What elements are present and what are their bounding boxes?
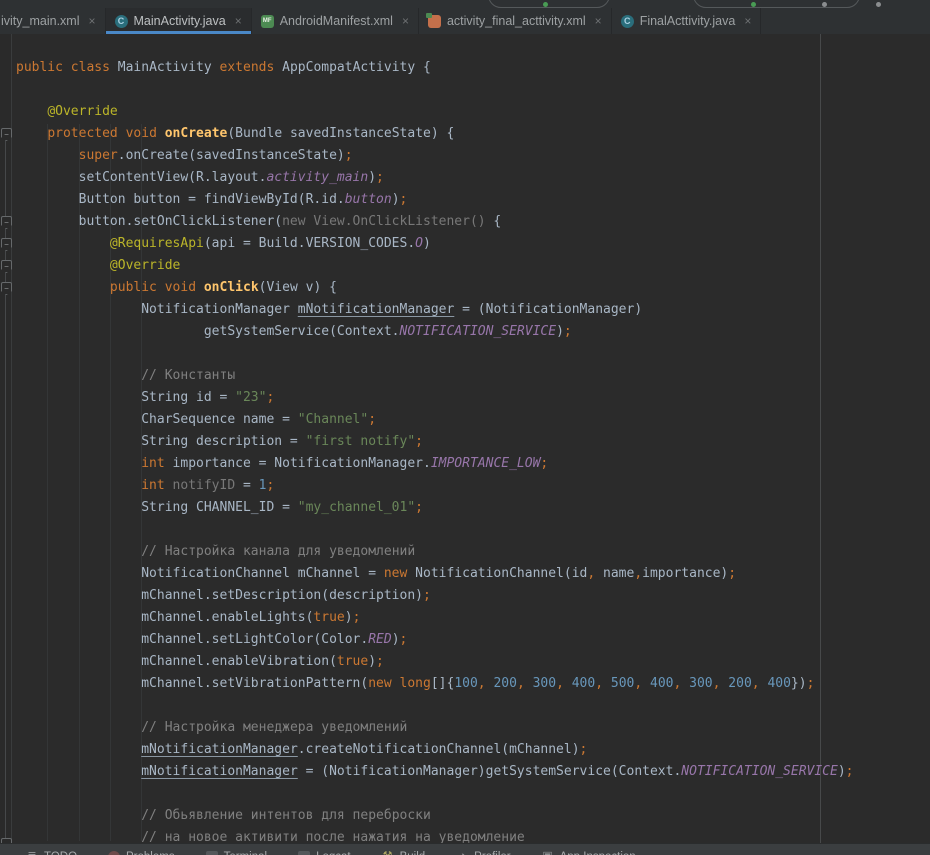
tab-activity_final_acttivity.xml[interactable]: activity_final_acttivity.xml × (419, 8, 612, 34)
toolwindow-button-app-inspection[interactable]: ▣ App Inspection (542, 851, 636, 855)
code-line (16, 695, 930, 717)
code-line: setContentView(R.layout.activity_main); (16, 167, 930, 189)
code-line: NotificationManager mNotificationManager… (16, 299, 930, 321)
app-inspection-icon: ▣ (542, 851, 554, 855)
toolwindow-button-terminal[interactable]: Terminal (206, 851, 267, 855)
tab-bar: ivity_main.xml × C MainActivity.java × MF Andr… (0, 8, 930, 34)
toolwindow-button-label: Problems (126, 851, 175, 855)
code-line: super.onCreate(savedInstanceState); (16, 145, 930, 167)
code-line: public void onClick(View v) { (16, 277, 930, 299)
tab-close-icon[interactable]: × (402, 14, 409, 28)
logcat-icon (298, 851, 310, 855)
code-line: @Override (16, 101, 930, 123)
tab-FinalActtivity.java[interactable]: C FinalActtivity.java × (612, 8, 762, 34)
tab-close-icon[interactable]: × (89, 14, 96, 28)
tab-close-icon[interactable]: × (744, 14, 751, 28)
code-line: CharSequence name = "Channel"; (16, 409, 930, 431)
code-line: getSystemService(Context.NOTIFICATION_SE… (16, 321, 930, 343)
fold-marker-icon[interactable]: − (1, 128, 12, 141)
ide-window: ivity_main.xml × C MainActivity.java × MF Andr… (0, 0, 930, 855)
code-line: @Override (16, 255, 930, 277)
class-file-icon: C (621, 15, 634, 28)
toolwindow-button-problems[interactable]: Problems (108, 851, 175, 855)
toolwindow-button-label: Logcat (316, 851, 351, 855)
code-line: mNotificationManager.createNotificationC… (16, 739, 930, 761)
tab-label: ivity_main.xml (1, 14, 80, 28)
run-configuration-widget[interactable] (488, 0, 610, 8)
code-line: // Обьявление интентов для переброски (16, 805, 930, 827)
fold-marker-icon[interactable]: − (1, 238, 12, 251)
tab-label: MainActivity.java (134, 14, 226, 28)
tab-label: activity_final_acttivity.xml (447, 14, 586, 28)
code-line (16, 783, 930, 805)
code-area[interactable]: public class MainActivity extends AppCom… (16, 34, 930, 855)
code-line: mNotificationManager = (NotificationMana… (16, 761, 930, 783)
code-line: int importance = NotificationManager.IMP… (16, 453, 930, 475)
code-line: int notifyID = 1; (16, 475, 930, 497)
profiler-icon: ◔ (456, 851, 468, 855)
manifest-file-icon: MF (261, 15, 274, 28)
editor[interactable]: public class MainActivity extends AppCom… (0, 34, 930, 855)
code-line: mChannel.setLightColor(Color.RED); (16, 629, 930, 651)
code-line (16, 519, 930, 541)
layout-file-icon (428, 15, 441, 28)
code-line: // Настройка канала для уведомлений (16, 541, 930, 563)
toolwindow-button-logcat[interactable]: Logcat (298, 851, 351, 855)
toolwindow-button-build[interactable]: ⚒ Build (382, 851, 426, 855)
fold-marker-icon[interactable]: − (1, 260, 12, 273)
toolwindow-button-label: TODO (44, 851, 77, 855)
toolbar-dot-icon (822, 2, 827, 7)
code-line: // Настройка менеджера уведомлений (16, 717, 930, 739)
tab-MainActivity.java[interactable]: C MainActivity.java × (106, 8, 252, 34)
code-line: protected void onCreate(Bundle savedInst… (16, 123, 930, 145)
code-line: public class MainActivity extends AppCom… (16, 57, 930, 79)
code-line: String id = "23"; (16, 387, 930, 409)
code-line: String CHANNEL_ID = "my_channel_01"; (16, 497, 930, 519)
tab-close-icon[interactable]: × (595, 14, 602, 28)
editor-gutter: − − − − − − (0, 34, 12, 855)
code-line (16, 343, 930, 365)
toolwindow-button-label: Profiler (474, 851, 510, 855)
code-line: mChannel.setVibrationPattern(new long[]{… (16, 673, 930, 695)
fold-marker-icon[interactable]: − (1, 216, 12, 229)
code-line: mChannel.enableLights(true); (16, 607, 930, 629)
tab-AndroidManifest.xml[interactable]: MF AndroidManifest.xml × (252, 8, 419, 34)
code-line (16, 79, 930, 101)
tab-label: AndroidManifest.xml (280, 14, 393, 28)
device-status-dot-icon (751, 2, 756, 7)
toolwindow-button-label: Terminal (224, 851, 267, 855)
toolwindow-button-profiler[interactable]: ◔ Profiler (456, 851, 510, 855)
code-line: button.setOnClickListener(new View.OnCli… (16, 211, 930, 233)
fold-marker-icon[interactable]: − (1, 282, 12, 295)
terminal-icon (206, 851, 218, 855)
run-status-dot-icon (543, 2, 548, 7)
code-line: // Константы (16, 365, 930, 387)
device-selector-widget[interactable] (693, 0, 860, 8)
tab-label: FinalActtivity.java (640, 14, 736, 28)
code-line: Button button = findViewById(R.id.button… (16, 189, 930, 211)
build-icon: ⚒ (382, 851, 394, 855)
tab-close-icon[interactable]: × (235, 14, 242, 28)
status-bar: ≣ TODO Problems Terminal Logcat ⚒ Build ◔ Profil… (0, 843, 930, 855)
code-line: @RequiresApi(api = Build.VERSION_CODES.O… (16, 233, 930, 255)
code-line: String description = "first notify"; (16, 431, 930, 453)
todo-icon: ≣ (26, 851, 38, 855)
toolwindow-button-todo[interactable]: ≣ TODO (26, 851, 77, 855)
code-line: mChannel.enableVibration(true); (16, 651, 930, 673)
class-file-icon: C (115, 15, 128, 28)
code-line: mChannel.setDescription(description); (16, 585, 930, 607)
toolbar-dot-icon (876, 2, 881, 7)
problems-icon (108, 851, 120, 855)
code-line: NotificationChannel mChannel = new Notif… (16, 563, 930, 585)
tab-ivity_main.xml[interactable]: ivity_main.xml × (0, 8, 106, 34)
toolwindow-button-label: Build (400, 851, 426, 855)
toolwindow-button-label: App Inspection (560, 851, 636, 855)
